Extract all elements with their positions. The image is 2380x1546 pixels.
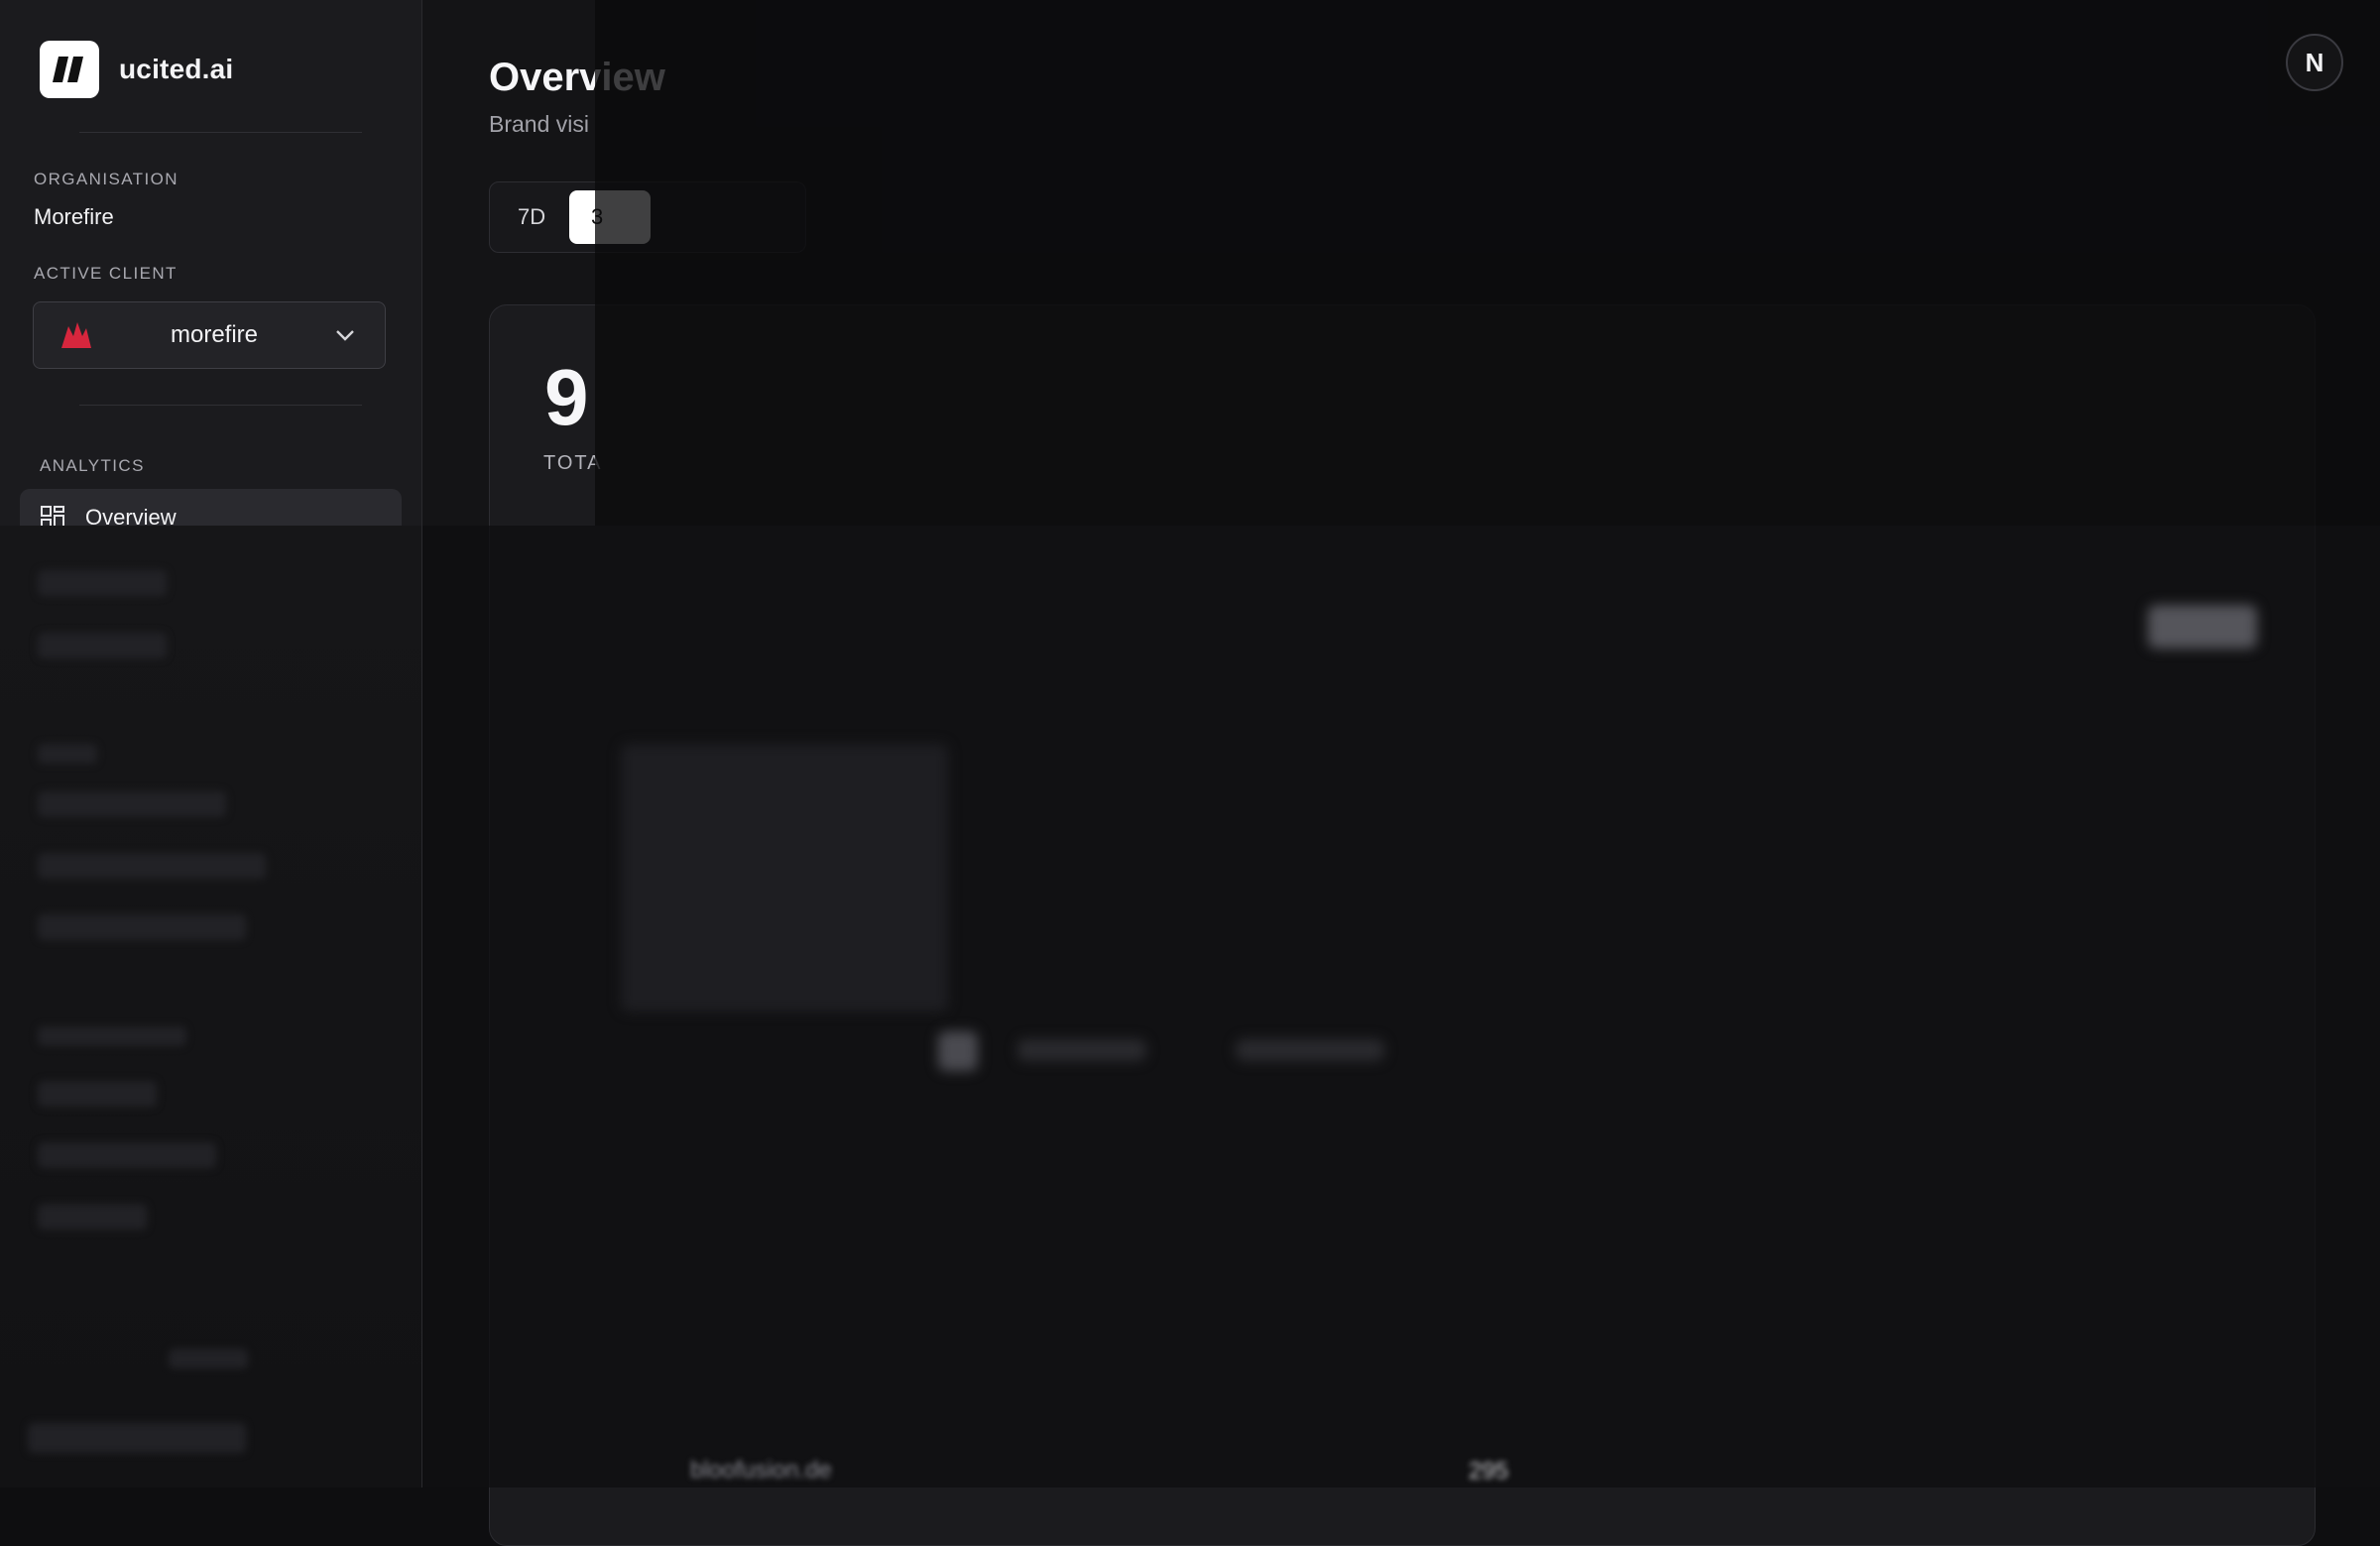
blurred-nav-item	[38, 570, 167, 596]
range-7d-button[interactable]: 7D	[518, 204, 545, 230]
organisation-label: ORGANISATION	[34, 170, 178, 188]
page-subtitle: Brand visi	[489, 111, 589, 137]
active-client-label: ACTIVE CLIENT	[34, 264, 178, 283]
blurred-tooltip	[621, 744, 948, 1011]
sidebar-blurred-region	[0, 526, 421, 1487]
kpi-total-label: TOTA	[543, 452, 603, 474]
divider	[79, 132, 362, 133]
blurred-nav-item	[38, 1081, 157, 1107]
active-client-name: morefire	[170, 321, 259, 348]
user-avatar[interactable]: N	[2286, 34, 2343, 91]
chevron-down-icon	[336, 330, 354, 341]
organisation-name: Morefire	[34, 204, 114, 229]
analytics-label: ANALYTICS	[40, 456, 145, 475]
domain-label: bloofusion.de	[690, 1457, 832, 1484]
blurred-nav-item	[38, 1142, 216, 1168]
obscured-region-top	[595, 0, 2380, 526]
blurred-section-label	[38, 744, 97, 764]
flame-icon	[61, 322, 91, 348]
blurred-toggle-button	[2148, 605, 2257, 649]
blurred-legend-label	[1017, 1039, 1146, 1061]
client-select[interactable]: morefire	[33, 301, 386, 369]
blurred-legend-dot	[938, 1031, 978, 1071]
blurred-nav-item	[38, 633, 167, 658]
brand[interactable]: ucited.ai	[40, 41, 233, 98]
obscured-region-bottom: bloofusion.de 295	[422, 526, 2380, 1487]
blurred-nav-item	[38, 791, 226, 817]
blurred-nav-item	[38, 1204, 147, 1230]
sidebar: ucited.ai ORGANISATION Morefire ACTIVE C…	[0, 0, 422, 1487]
blurred-nav-item	[38, 914, 246, 940]
visits-value: 295	[1469, 1458, 1509, 1485]
blurred-legend-label	[1236, 1039, 1384, 1061]
brand-name: ucited.ai	[119, 54, 234, 84]
divider	[79, 405, 362, 406]
blurred-nav-item	[38, 853, 266, 879]
blurred-footer-text	[169, 1349, 248, 1368]
blurred-user-row	[28, 1423, 246, 1453]
kpi-total-value: 9	[544, 353, 588, 441]
blurred-section-label	[38, 1026, 186, 1046]
logo-icon	[40, 41, 99, 98]
